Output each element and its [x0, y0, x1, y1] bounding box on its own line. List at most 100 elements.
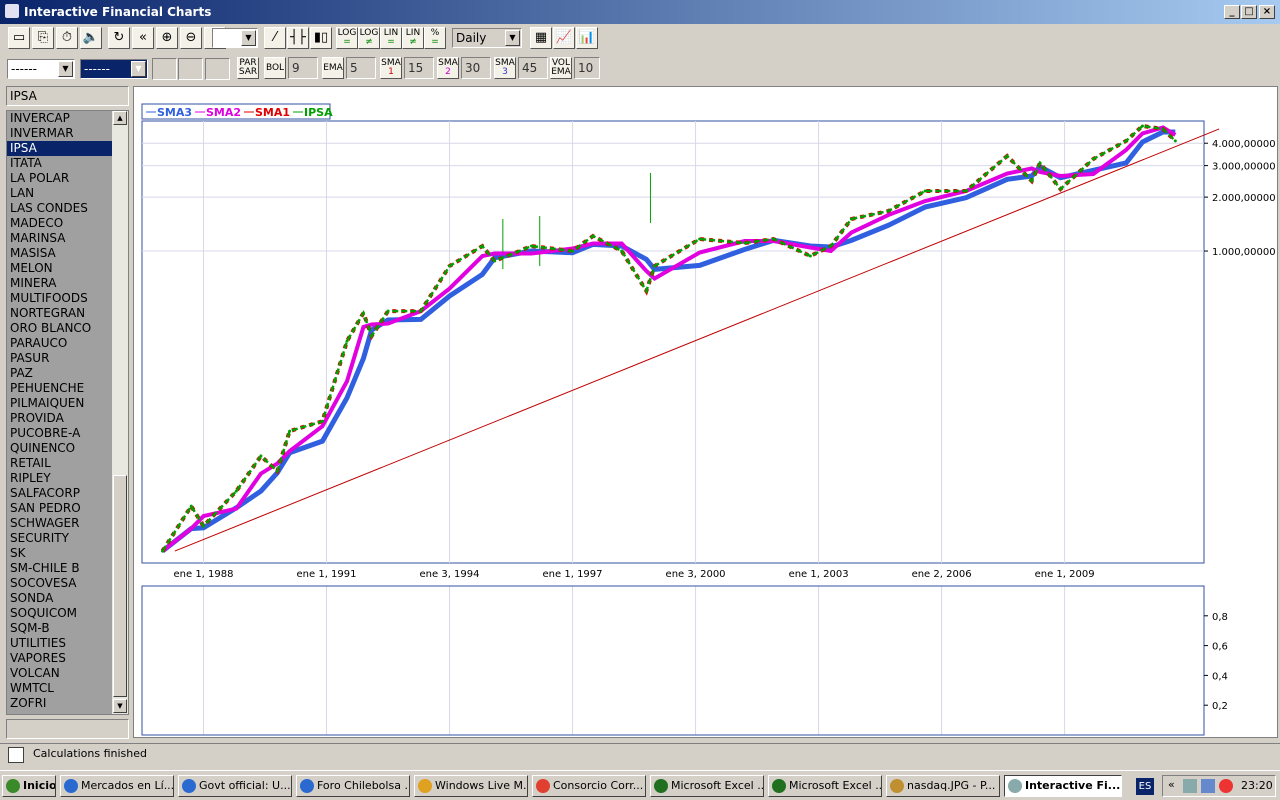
indicator-period-input[interactable]: 5	[346, 57, 376, 79]
list-item[interactable]: MARINSA	[7, 231, 112, 246]
list-item[interactable]: SCHWAGER	[7, 516, 112, 531]
indicator-panel[interactable]	[141, 585, 1205, 736]
period-select[interactable]: Daily ▼	[452, 28, 522, 48]
new-window-button[interactable]: ▭	[8, 27, 30, 49]
list-item[interactable]: LAS CONDES	[7, 201, 112, 216]
list-item[interactable]: ZOFRI	[7, 696, 112, 711]
scroll-left-button[interactable]: «	[132, 27, 154, 49]
list-item[interactable]: LA POLAR	[7, 171, 112, 186]
empty-combo[interactable]: ▼	[212, 28, 258, 48]
indicator-button-sma2[interactable]: SMA 2	[437, 57, 459, 79]
list-item[interactable]: SAN PEDRO	[7, 501, 112, 516]
indicator-button-bol[interactable]: BOL	[264, 57, 286, 79]
scale-button-4[interactable]: % =	[424, 27, 446, 49]
taskbar-item[interactable]: Interactive Fi...	[1004, 775, 1122, 797]
language-indicator[interactable]: ES	[1136, 778, 1154, 795]
sound-button[interactable]: 🔈	[80, 27, 102, 49]
list-item[interactable]: ITATA	[7, 156, 112, 171]
list-item[interactable]: QUINENCO	[7, 441, 112, 456]
zoom-out-button[interactable]: ⊖	[180, 27, 202, 49]
list-item[interactable]: SALFACORP	[7, 486, 112, 501]
taskbar-item[interactable]: Govt official: U...	[178, 775, 292, 797]
list-item[interactable]: PILMAIQUEN	[7, 396, 112, 411]
indicator-period-input[interactable]: 10	[574, 57, 600, 79]
list-item[interactable]: PUCOBRE-A	[7, 426, 112, 441]
list-item[interactable]: PEHUENCHE	[7, 381, 112, 396]
scroll-up-arrow-icon[interactable]: ▲	[113, 111, 127, 125]
taskbar-item[interactable]: Mercados en Lí...	[60, 775, 174, 797]
start-button[interactable]: Inicio	[2, 775, 56, 797]
list-item[interactable]: PAZ	[7, 366, 112, 381]
scale-button-1[interactable]: LOG ≠	[358, 27, 380, 49]
list-item[interactable]: ORO BLANCO	[7, 321, 112, 336]
list-item[interactable]: UTILITIES	[7, 636, 112, 651]
copy-button[interactable]: ⎘	[32, 27, 54, 49]
antivirus-tray-icon[interactable]	[1219, 779, 1233, 793]
list-item[interactable]: VAPORES	[7, 651, 112, 666]
scale-button-0[interactable]: LOG =	[336, 27, 358, 49]
close-button[interactable]: ×	[1259, 5, 1275, 19]
network-tray-icon[interactable]	[1201, 779, 1215, 793]
indicator-period-input[interactable]: 45	[518, 57, 548, 79]
list-item[interactable]: SECURITY	[7, 531, 112, 546]
empty-field-0[interactable]	[152, 58, 177, 80]
indicator-period-input[interactable]: 15	[404, 57, 434, 79]
list-item[interactable]: INVERCAP	[7, 111, 112, 126]
refresh-button[interactable]: ↻	[108, 27, 130, 49]
symbol-field[interactable]: IPSA	[6, 86, 129, 106]
taskbar-item[interactable]: Microsoft Excel ...	[650, 775, 764, 797]
line-chart-button[interactable]: ⁄	[264, 27, 286, 49]
list-item[interactable]: MINERA	[7, 276, 112, 291]
indicator-button-sma1[interactable]: SMA 1	[380, 57, 402, 79]
chart-area[interactable]: ene 1, 1988 ene 1, 1991 ene 3, 1994 ene 1, …	[133, 86, 1278, 738]
list-item[interactable]: NORTEGRAN	[7, 306, 112, 321]
maximize-button[interactable]: □	[1241, 5, 1257, 19]
indicator-button-sma3[interactable]: SMA 3	[494, 57, 516, 79]
list-item[interactable]: PASUR	[7, 351, 112, 366]
taskbar-item[interactable]: Foro Chilebolsa ...	[296, 775, 410, 797]
list-item[interactable]: PARAUCO	[7, 336, 112, 351]
taskbar-item[interactable]: Windows Live M...	[414, 775, 528, 797]
timer-button[interactable]: ⏱	[56, 27, 78, 49]
drawing-combo-1[interactable]: ------ ▼	[7, 59, 75, 79]
candlestick-chart-button[interactable]: ▮▯	[310, 27, 332, 49]
drawing-combo-2[interactable]: ------ ▼	[80, 59, 148, 79]
list-item[interactable]: IPSA	[7, 141, 112, 156]
list-item[interactable]: LAN	[7, 186, 112, 201]
chart-svg[interactable]: ene 1, 1988 ene 1, 1991 ene 3, 1994 ene 1, …	[134, 87, 1279, 739]
java-tray-icon[interactable]	[1183, 779, 1197, 793]
list-item[interactable]: RIPLEY	[7, 471, 112, 486]
minimize-button[interactable]: _	[1224, 5, 1240, 19]
list-item[interactable]: SQM-B	[7, 621, 112, 636]
taskbar-item[interactable]: nasdaq.JPG - P...	[886, 775, 1000, 797]
list-item[interactable]: RETAIL	[7, 456, 112, 471]
indicators-view-button[interactable]: 📊	[576, 27, 598, 49]
indicator-period-input[interactable]: 30	[461, 57, 491, 79]
list-item[interactable]: MULTIFOODS	[7, 291, 112, 306]
list-item[interactable]: MELON	[7, 261, 112, 276]
list-item[interactable]: SOCOVESA	[7, 576, 112, 591]
list-item[interactable]: WMTCL	[7, 681, 112, 696]
taskbar-item[interactable]: Microsoft Excel ...	[768, 775, 882, 797]
list-item[interactable]: SOQUICOM	[7, 606, 112, 621]
indicator-button-parsar[interactable]: PAR SAR	[237, 57, 259, 79]
list-item[interactable]: MADECO	[7, 216, 112, 231]
indicator-period-input[interactable]: 9	[288, 57, 318, 79]
scale-button-3[interactable]: LIN ≠	[402, 27, 424, 49]
list-item[interactable]: SM-CHILE B	[7, 561, 112, 576]
empty-field-2[interactable]	[205, 58, 230, 80]
list-item[interactable]: VOLCAN	[7, 666, 112, 681]
tray-expand-icon[interactable]: «	[1168, 778, 1175, 791]
bar-chart-button[interactable]: ┤├	[287, 27, 309, 49]
indicator-button-volema[interactable]: VOL EMA	[550, 57, 572, 79]
list-item[interactable]: MASISA	[7, 246, 112, 261]
scroll-thumb[interactable]	[113, 475, 127, 697]
price-volume-view-button[interactable]: 📈	[553, 27, 575, 49]
scroll-down-arrow-icon[interactable]: ▼	[113, 699, 127, 713]
list-item[interactable]: PROVIDA	[7, 411, 112, 426]
indicator-button-ema[interactable]: EMA	[322, 57, 344, 79]
list-item[interactable]: SK	[7, 546, 112, 561]
colors-view-button[interactable]: ▦	[530, 27, 552, 49]
taskbar-item[interactable]: Consorcio Corr...	[532, 775, 646, 797]
list-item[interactable]: INVERMAR	[7, 126, 112, 141]
